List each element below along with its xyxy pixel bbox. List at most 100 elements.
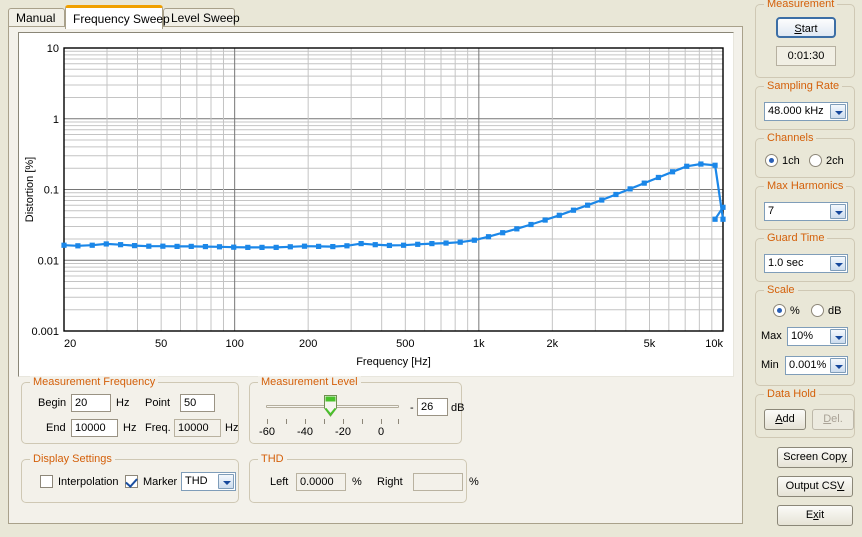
scale-db-radio[interactable] bbox=[811, 304, 824, 317]
chevron-down-icon[interactable] bbox=[830, 104, 846, 119]
guard-time-combo[interactable]: 1.0 sec bbox=[764, 254, 848, 273]
measurement-level-label: Measurement Level bbox=[258, 376, 361, 388]
distortion-plot-svg: 0.001 0.01 0.1 1 10 Distortion [%] 20 50 100 200 5… bbox=[24, 43, 726, 368]
scale-percent-label: % bbox=[790, 305, 800, 317]
thd-group: THD Left % Right % bbox=[249, 453, 479, 503]
marker-checkbox[interactable] bbox=[125, 475, 138, 488]
interpolation-checkbox[interactable] bbox=[40, 475, 53, 488]
channel-2ch-radio[interactable] bbox=[809, 154, 822, 167]
sampling-rate-combo[interactable]: 48.000 kHz bbox=[764, 102, 848, 121]
sampling-rate-value: 48.000 kHz bbox=[768, 105, 824, 117]
app-window: Manual Frequency Sweep Level Sweep 0.001… bbox=[0, 0, 862, 537]
start-accel: S bbox=[794, 23, 802, 35]
measurement-frequency-label: Measurement Frequency bbox=[30, 376, 159, 388]
sampling-rate-group: Sampling Rate 48.000 kHz bbox=[755, 80, 855, 130]
add-accel: A bbox=[775, 413, 783, 425]
measurement-level-group: Measurement Level -60 -40 -20 0 - 26 dB bbox=[249, 376, 464, 444]
thd-label: THD bbox=[258, 453, 287, 465]
screen-copy-button[interactable]: Screen Copy bbox=[777, 447, 853, 468]
guard-time-group: Guard Time 1.0 sec bbox=[755, 232, 855, 282]
svg-text:Distortion [%]: Distortion [%] bbox=[24, 157, 36, 222]
point-input[interactable] bbox=[180, 394, 215, 412]
scale-label: Scale bbox=[764, 284, 798, 296]
channels-group: Channels 1ch 2ch bbox=[755, 132, 855, 178]
thd-right-unit: % bbox=[469, 476, 479, 488]
exit-button[interactable]: Exit bbox=[777, 505, 853, 526]
display-settings-group: Display Settings Interpolation Marker TH… bbox=[21, 453, 239, 503]
svg-text:0.001: 0.001 bbox=[31, 326, 59, 338]
marker-label: Marker bbox=[143, 476, 178, 488]
scale-max-value: 10% bbox=[791, 330, 814, 342]
chevron-down-icon[interactable] bbox=[830, 256, 846, 271]
chevron-down-icon[interactable] bbox=[218, 474, 234, 489]
tab-manual-label: Manual bbox=[16, 11, 56, 25]
display-mode-combo[interactable]: THD bbox=[181, 472, 236, 491]
level-tick-2 bbox=[305, 419, 306, 424]
data-hold-label: Data Hold bbox=[764, 388, 819, 400]
svg-text:0.01: 0.01 bbox=[38, 255, 59, 267]
max-harmonics-combo[interactable]: 7 bbox=[764, 202, 848, 221]
channel-1ch-label: 1ch bbox=[782, 155, 800, 167]
level-tick-3 bbox=[324, 419, 325, 424]
elapsed-timer: 0:01:30 bbox=[776, 46, 836, 66]
scale-min-label: Min bbox=[761, 359, 779, 371]
channel-2ch-label: 2ch bbox=[826, 155, 844, 167]
svg-text:1: 1 bbox=[53, 114, 59, 126]
channel-1ch-radio[interactable] bbox=[765, 154, 778, 167]
display-mode-value: THD bbox=[185, 475, 208, 487]
svg-text:2k: 2k bbox=[547, 338, 559, 350]
level-ticklabel-minus60: -60 bbox=[259, 426, 275, 438]
level-ticklabel-zero: 0 bbox=[377, 426, 385, 438]
max-harmonics-label: Max Harmonics bbox=[764, 180, 847, 192]
chevron-down-icon[interactable] bbox=[830, 204, 846, 219]
chevron-down-icon[interactable] bbox=[830, 329, 846, 344]
scale-max-combo[interactable]: 10% bbox=[787, 327, 848, 346]
svg-text:50: 50 bbox=[155, 338, 167, 350]
scale-group: Scale % dB Max 10% Min 0.001% bbox=[755, 284, 855, 386]
svg-text:1k: 1k bbox=[473, 338, 485, 350]
end-input[interactable] bbox=[71, 419, 118, 437]
data-hold-add-button[interactable]: Add bbox=[764, 409, 806, 430]
tab-frequency-sweep-label: Frequency Sweep bbox=[73, 12, 170, 26]
thd-left-unit: % bbox=[352, 476, 362, 488]
output-csv-button[interactable]: Output CSV bbox=[777, 476, 853, 497]
tab-frequency-sweep[interactable]: Frequency Sweep bbox=[65, 5, 170, 29]
output-csv-accel: V bbox=[837, 480, 845, 492]
thd-right-value bbox=[413, 473, 463, 491]
freq-label: Freq. bbox=[145, 422, 171, 434]
level-value-input[interactable] bbox=[417, 398, 448, 416]
svg-text:Frequency [Hz]: Frequency [Hz] bbox=[356, 356, 431, 368]
thd-right-label: Right bbox=[377, 476, 403, 488]
svg-text:200: 200 bbox=[299, 338, 317, 350]
thd-left-value bbox=[296, 473, 346, 491]
add-rest: dd bbox=[782, 413, 795, 425]
thd-left-label: Left bbox=[270, 476, 289, 488]
begin-label: Begin bbox=[38, 397, 67, 409]
display-settings-label: Display Settings bbox=[30, 453, 115, 465]
tab-level-sweep[interactable]: Level Sweep bbox=[163, 8, 240, 27]
level-slider-thumb[interactable] bbox=[324, 395, 337, 417]
measurement-group: Measurement Start 0:01:30 bbox=[755, 0, 855, 78]
tab-manual[interactable]: Manual bbox=[8, 8, 65, 27]
scale-percent-radio[interactable] bbox=[773, 304, 786, 317]
measurement-frequency-group: Measurement Frequency Begin Hz Point End… bbox=[21, 376, 239, 444]
max-harmonics-value: 7 bbox=[768, 205, 775, 217]
level-minus-sign: - bbox=[410, 402, 414, 414]
svg-text:10: 10 bbox=[47, 43, 59, 55]
level-tick-1 bbox=[286, 419, 287, 424]
point-label: Point bbox=[145, 397, 171, 409]
start-button[interactable]: Start bbox=[776, 17, 836, 38]
data-hold-group: Data Hold Add Del. bbox=[755, 388, 855, 438]
del-accel: D bbox=[823, 413, 832, 425]
scale-min-combo[interactable]: 0.001% bbox=[785, 356, 848, 375]
begin-input[interactable] bbox=[71, 394, 111, 412]
freq-unit-label: Hz bbox=[225, 422, 239, 434]
distortion-chart[interactable]: 0.001 0.01 0.1 1 10 Distortion [%] 20 50 100 200 5… bbox=[18, 32, 734, 377]
svg-text:0.1: 0.1 bbox=[44, 185, 59, 197]
data-hold-del-button: Del. bbox=[812, 409, 854, 430]
level-tick-4 bbox=[343, 419, 344, 424]
end-label: End bbox=[46, 422, 66, 434]
chevron-down-icon[interactable] bbox=[830, 358, 846, 373]
end-unit-label: Hz bbox=[123, 422, 137, 434]
svg-text:20: 20 bbox=[64, 338, 76, 350]
